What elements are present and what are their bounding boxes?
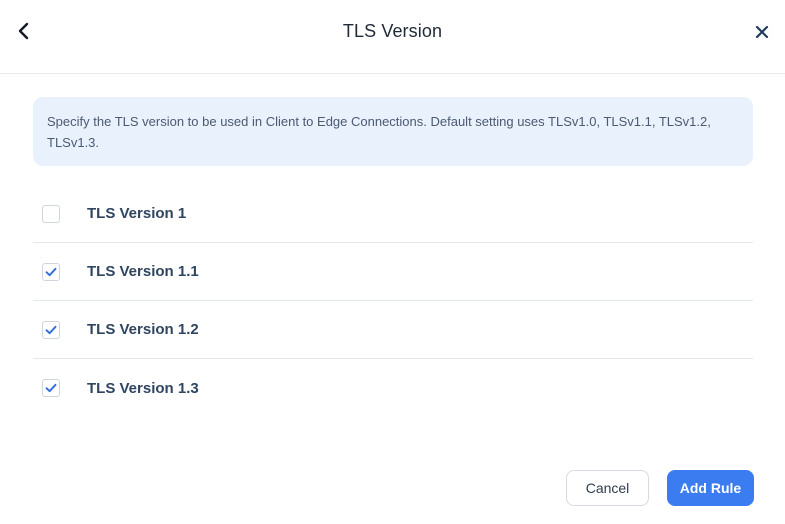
close-button[interactable] bbox=[750, 20, 774, 44]
checkbox[interactable] bbox=[42, 262, 60, 281]
info-text: Specify the TLS version to be used in Cl… bbox=[47, 114, 711, 150]
dialog-title: TLS Version bbox=[342, 21, 443, 41]
option-label: TLS Version 1.2 bbox=[87, 321, 199, 338]
close-icon bbox=[755, 25, 769, 39]
checkbox[interactable] bbox=[42, 204, 60, 223]
checkbox[interactable] bbox=[42, 320, 60, 339]
checkmark-icon bbox=[45, 325, 57, 334]
info-banner: Specify the TLS version to be used in Cl… bbox=[33, 97, 753, 166]
option-label: TLS Version 1 bbox=[87, 205, 187, 222]
option-label: TLS Version 1.3 bbox=[87, 379, 199, 397]
tls-version-dialog: TLS Version Specify the TLS version to b… bbox=[0, 0, 785, 524]
option-tls-1-3[interactable]: TLS Version 1.3 bbox=[33, 359, 753, 417]
add-rule-button[interactable]: Add Rule bbox=[667, 470, 754, 506]
option-label: TLS Version 1.1 bbox=[87, 263, 199, 280]
checkbox[interactable] bbox=[42, 379, 60, 397]
option-tls-1-2[interactable]: TLS Version 1.2 bbox=[33, 301, 753, 359]
tls-options-list: TLS Version 1 TLS Version 1.1 TLS Versio… bbox=[33, 185, 753, 417]
dialog-header: TLS Version bbox=[0, 0, 785, 74]
checkmark-icon bbox=[45, 267, 57, 276]
option-tls-1[interactable]: TLS Version 1 bbox=[33, 185, 753, 243]
cancel-button[interactable]: Cancel bbox=[566, 470, 649, 506]
checkmark-icon bbox=[45, 383, 57, 393]
option-tls-1-1[interactable]: TLS Version 1.1 bbox=[33, 243, 753, 301]
